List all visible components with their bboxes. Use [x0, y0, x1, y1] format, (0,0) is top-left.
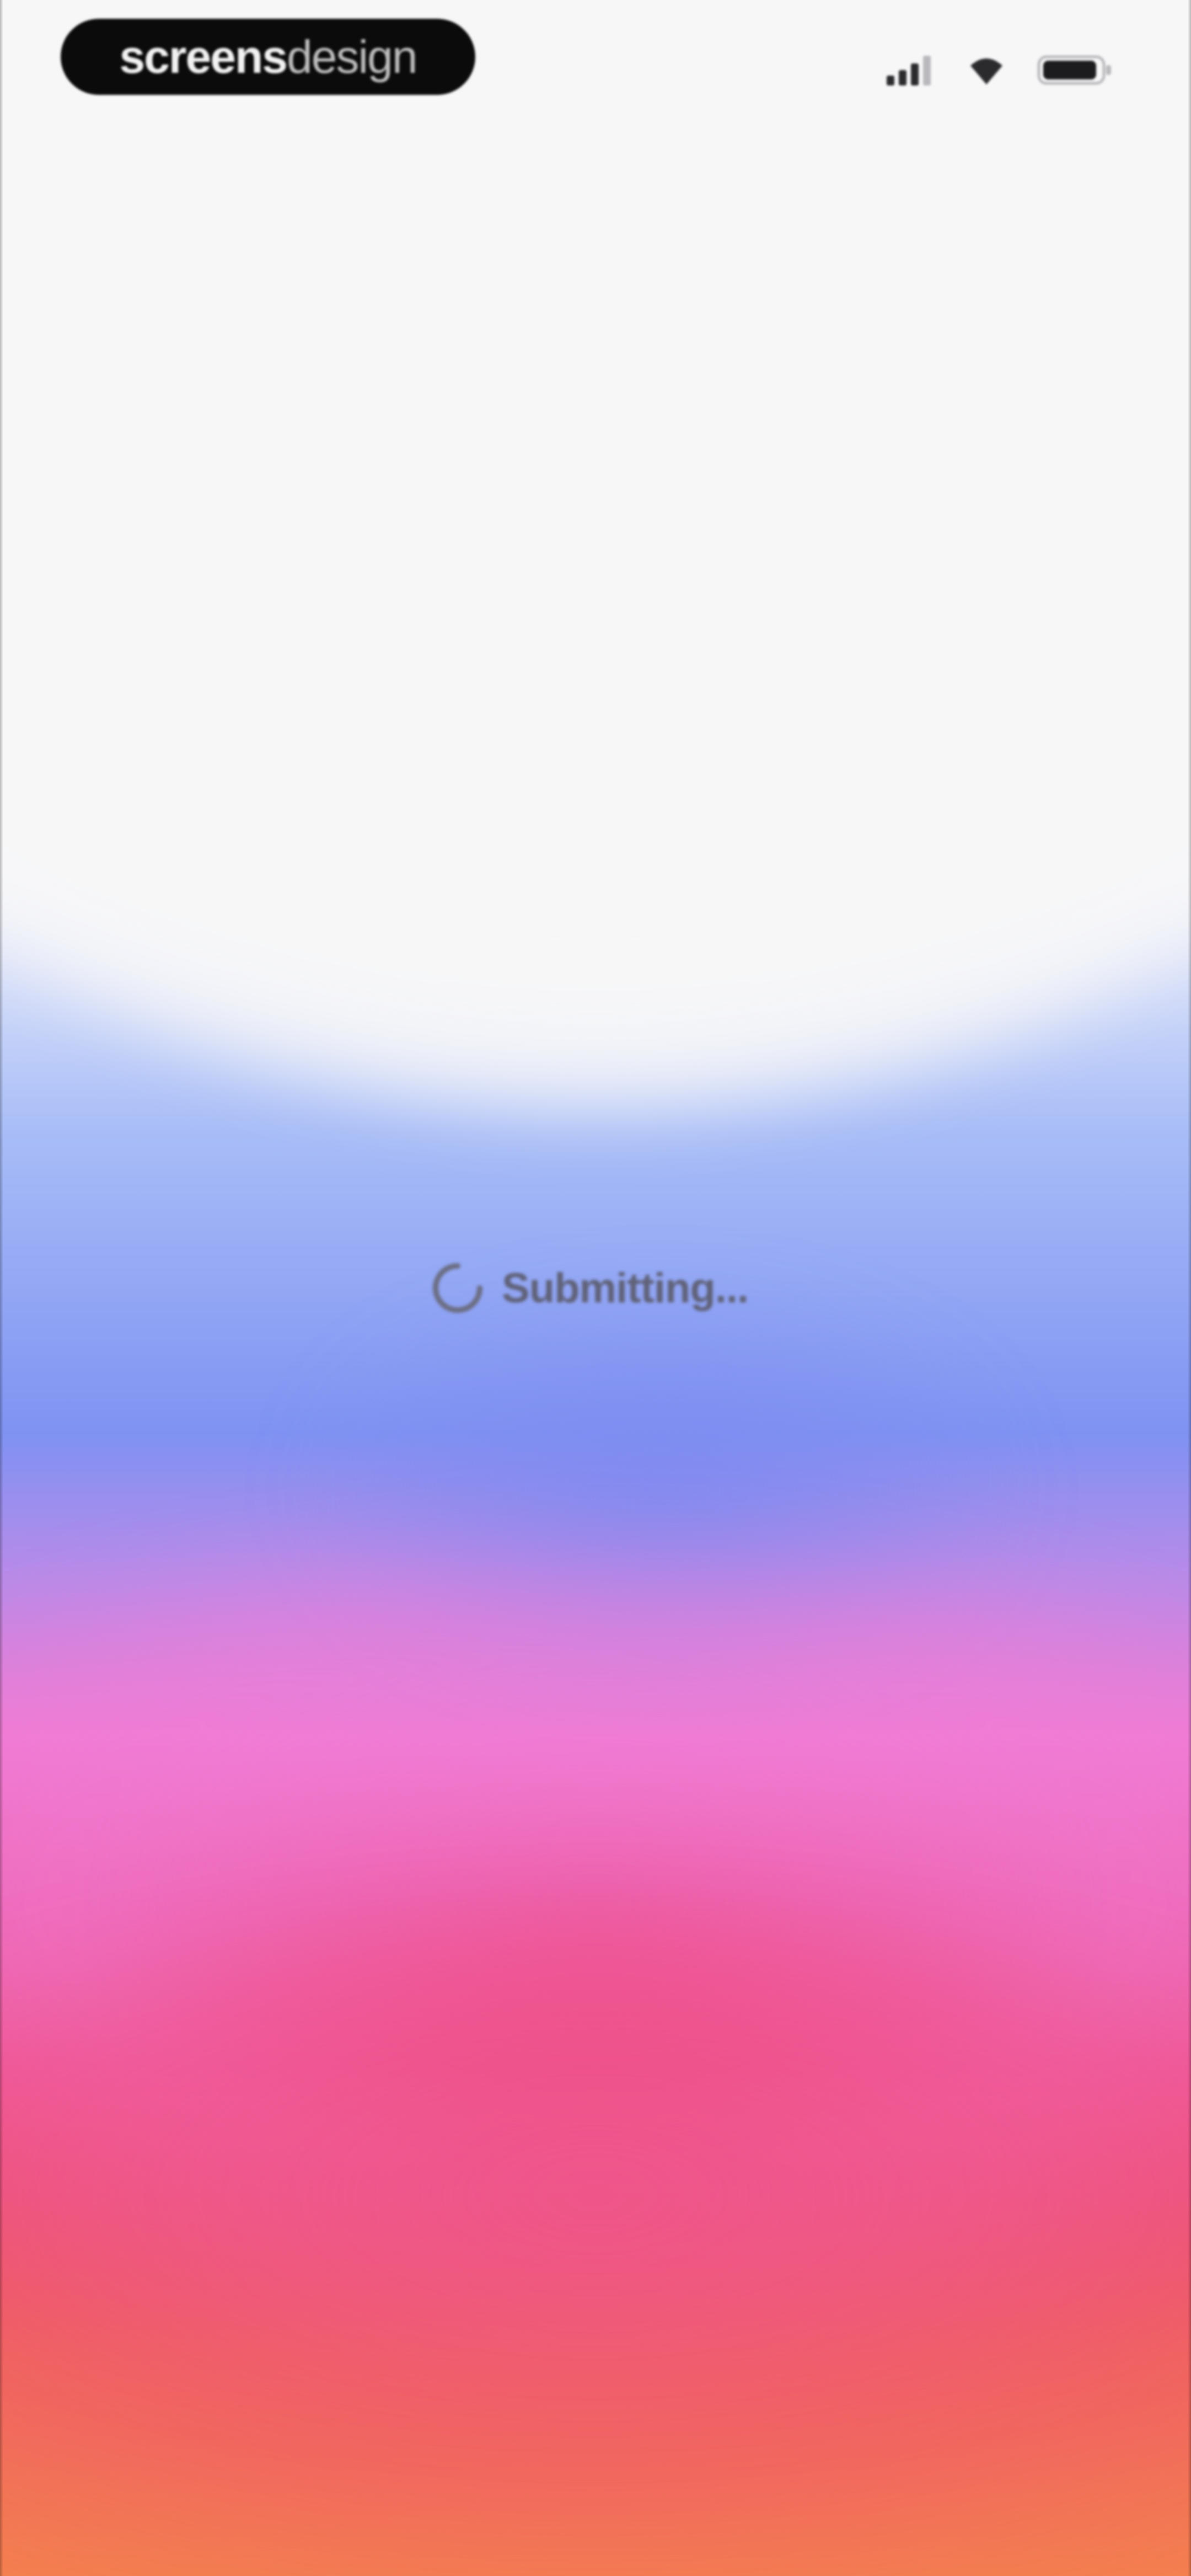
- brand-text-light: design: [287, 30, 418, 83]
- device-frame-right-edge: [1188, 0, 1191, 2576]
- loader-text: Submitting...: [502, 1264, 749, 1312]
- status-bar: screens design: [0, 0, 1191, 121]
- gradient-white-arc: [0, 0, 1191, 1114]
- loading-screen: screens design Submitting...: [0, 0, 1191, 2576]
- device-frame-left-edge: [0, 0, 3, 2576]
- brand-pill: screens design: [61, 19, 475, 95]
- battery-icon: [1037, 55, 1111, 85]
- wifi-icon: [970, 58, 1002, 84]
- gradient-red-arc: [0, 1931, 1191, 2576]
- spinner-icon: [433, 1263, 482, 1313]
- submitting-loader: Submitting...: [430, 1258, 749, 1318]
- brand-text-strong: screens: [119, 30, 288, 83]
- status-icons: [886, 51, 1114, 89]
- cellular-signal-icon: [887, 56, 931, 85]
